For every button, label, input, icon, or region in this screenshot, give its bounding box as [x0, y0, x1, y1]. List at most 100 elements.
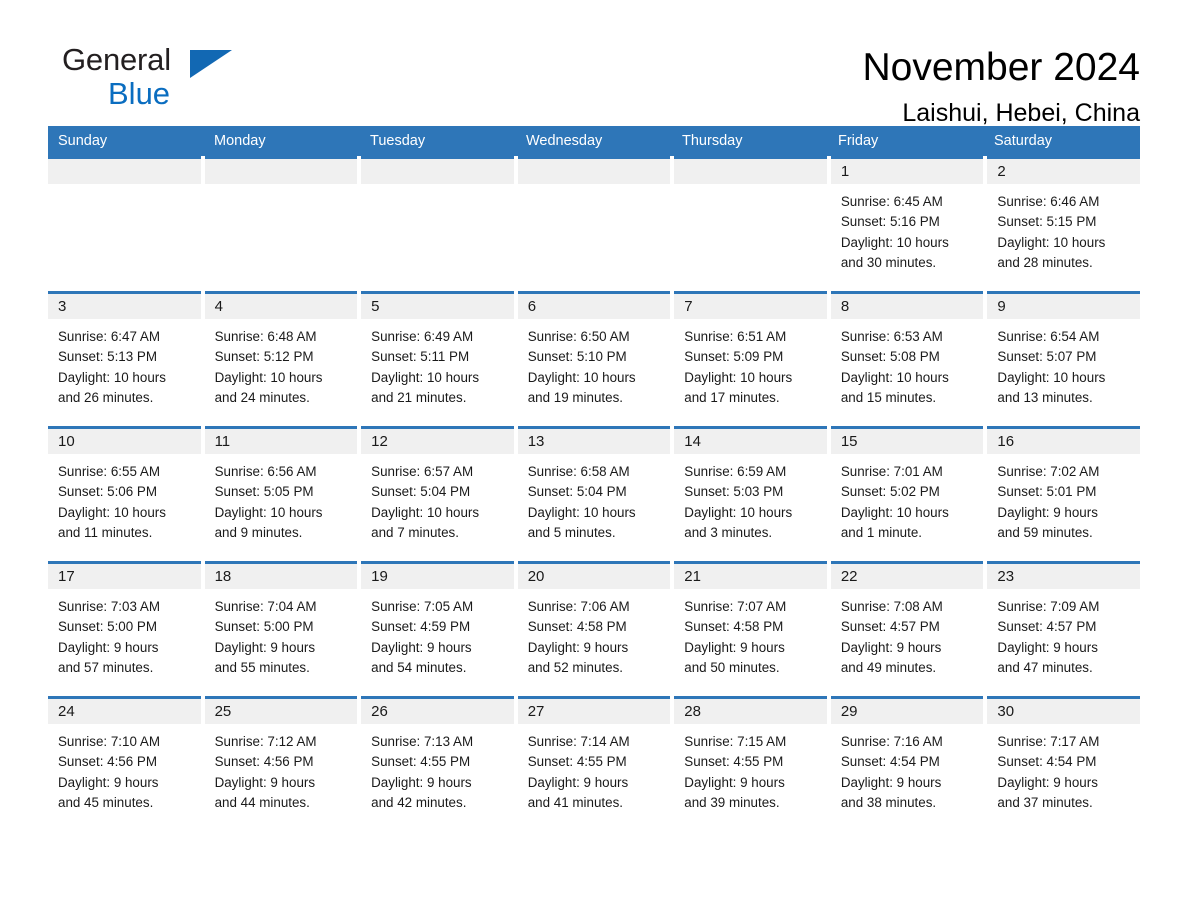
day-number-band: 6: [517, 294, 671, 319]
day-cell[interactable]: 17 Sunrise: 7:03 AM Sunset: 5:00 PM Dayligh…: [48, 561, 201, 696]
day-cell[interactable]: 5 Sunrise: 6:49 AM Sunset: 5:11 PM Daylight…: [361, 291, 514, 426]
day-info: Sunrise: 6:53 AM Sunset: 5:08 PM Daylight:…: [831, 319, 984, 409]
day-number: 28: [684, 703, 701, 720]
daylight-text-line1: Daylight: 10 hours: [58, 369, 166, 385]
day-number-band: 19: [361, 564, 514, 589]
day-info: Sunrise: 6:45 AM Sunset: 5:16 PM Daylight:…: [831, 184, 984, 274]
day-info: Sunrise: 6:56 AM Sunset: 5:05 PM Daylight:…: [205, 454, 358, 544]
day-number: 16: [997, 433, 1015, 450]
day-number: 7: [684, 298, 693, 315]
day-info: Sunrise: 7:08 AM Sunset: 4:57 PM Daylight:…: [831, 589, 984, 679]
daylight-text-line1: Daylight: 10 hours: [684, 504, 793, 520]
day-cell[interactable]: 6 Sunrise: 6:50 AM Sunset: 5:10 PM Daylight…: [517, 291, 671, 426]
day-number-band: 27: [517, 699, 671, 724]
daylight-text-line1: Daylight: 9 hours: [58, 639, 159, 655]
week-row: 24 Sunrise: 7:10 AM Sunset: 4:56 PM Dayligh…: [48, 696, 1140, 831]
day-number: 10: [58, 433, 75, 450]
day-cell[interactable]: 23 Sunrise: 7:09 AM Sunset: 4:57 PM Dayligh…: [987, 561, 1140, 696]
daylight-text-line1: Daylight: 9 hours: [684, 639, 785, 655]
sunrise-text: Sunrise: 6:56 AM: [214, 464, 317, 479]
sunrise-text: Sunrise: 7:09 AM: [997, 599, 1100, 614]
day-cell[interactable]: 25 Sunrise: 7:12 AM Sunset: 4:56 PM Dayligh…: [204, 696, 358, 831]
sunset-text: Sunset: 4:54 PM: [840, 754, 940, 770]
day-cell[interactable]: 7 Sunrise: 6:51 AM Sunset: 5:09 PM Daylight…: [674, 291, 827, 426]
daylight-text-line2: and 3 minutes.: [684, 525, 773, 541]
day-cell[interactable]: 12 Sunrise: 6:57 AM Sunset: 5:04 PM Dayligh…: [361, 426, 514, 561]
day-cell[interactable]: 1 Sunrise: 6:45 AM Sunset: 5:16 PM Daylight…: [830, 156, 984, 291]
day-cell-empty: [517, 156, 671, 291]
day-cell[interactable]: 24 Sunrise: 7:10 AM Sunset: 4:56 PM Dayligh…: [48, 696, 201, 831]
day-number-band: [517, 159, 671, 184]
week-row: 10 Sunrise: 6:55 AM Sunset: 5:06 PM Dayligh…: [48, 426, 1140, 561]
day-number-band: 4: [204, 294, 358, 319]
day-cell[interactable]: 21 Sunrise: 7:07 AM Sunset: 4:58 PM Dayligh…: [674, 561, 827, 696]
sunrise-text: Sunrise: 7:01 AM: [840, 464, 943, 479]
daylight-text-line1: Daylight: 10 hours: [840, 234, 949, 250]
day-cell[interactable]: 4 Sunrise: 6:48 AM Sunset: 5:12 PM Daylight…: [204, 291, 358, 426]
calendar-grid: Sunday Monday Tuesday Wednesday Thursday…: [48, 126, 1140, 831]
day-cell[interactable]: 18 Sunrise: 7:04 AM Sunset: 5:00 PM Dayligh…: [204, 561, 358, 696]
sunrise-text: Sunrise: 6:45 AM: [840, 194, 943, 209]
day-cell[interactable]: 26 Sunrise: 7:13 AM Sunset: 4:55 PM Dayligh…: [361, 696, 514, 831]
day-number: 4: [214, 298, 223, 315]
day-cell[interactable]: 27 Sunrise: 7:14 AM Sunset: 4:55 PM Dayligh…: [517, 696, 671, 831]
day-number: 20: [527, 568, 545, 585]
day-cell[interactable]: 3 Sunrise: 6:47 AM Sunset: 5:13 PM Daylight…: [48, 291, 201, 426]
day-cell[interactable]: 22 Sunrise: 7:08 AM Sunset: 4:57 PM Dayligh…: [830, 561, 984, 696]
daylight-text-line1: Daylight: 9 hours: [997, 639, 1098, 655]
day-info: Sunrise: 6:59 AM Sunset: 5:03 PM Daylight:…: [674, 454, 827, 544]
day-number-band: 13: [517, 429, 671, 454]
day-number-band: 20: [517, 564, 671, 589]
sunrise-text: Sunrise: 7:07 AM: [684, 599, 787, 614]
page-subtitle: Laishui, Hebei, China: [902, 98, 1140, 127]
daylight-text-line2: and 28 minutes.: [997, 255, 1093, 271]
day-info: Sunrise: 7:15 AM Sunset: 4:55 PM Daylight:…: [674, 724, 827, 814]
day-number: 14: [684, 433, 701, 450]
day-number-band: 18: [204, 564, 358, 589]
day-cell[interactable]: 28 Sunrise: 7:15 AM Sunset: 4:55 PM Dayligh…: [674, 696, 827, 831]
sunset-text: Sunset: 5:15 PM: [997, 214, 1097, 230]
daylight-text-line1: Daylight: 9 hours: [371, 774, 472, 790]
daylight-text-line1: Daylight: 9 hours: [997, 504, 1098, 520]
day-cell[interactable]: 19 Sunrise: 7:05 AM Sunset: 4:59 PM Dayligh…: [361, 561, 514, 696]
day-cell[interactable]: 29 Sunrise: 7:16 AM Sunset: 4:54 PM Dayligh…: [830, 696, 984, 831]
day-number: 8: [840, 298, 850, 315]
generalblue-logo[interactable]: General Blue: [48, 44, 278, 124]
day-cell[interactable]: 8 Sunrise: 6:53 AM Sunset: 5:08 PM Daylight…: [830, 291, 984, 426]
logo-text-general: General: [62, 42, 171, 77]
sunrise-text: Sunrise: 7:12 AM: [214, 734, 317, 749]
day-number: 2: [997, 163, 1006, 180]
daylight-text-line1: Daylight: 9 hours: [840, 774, 942, 790]
day-cell[interactable]: 10 Sunrise: 6:55 AM Sunset: 5:06 PM Dayligh…: [48, 426, 201, 561]
day-cell[interactable]: 2 Sunrise: 6:46 AM Sunset: 5:15 PM Daylight…: [987, 156, 1140, 291]
sunset-text: Sunset: 5:12 PM: [214, 349, 314, 365]
daylight-text-line1: Daylight: 10 hours: [214, 369, 323, 385]
day-cell[interactable]: 9 Sunrise: 6:54 AM Sunset: 5:07 PM Daylight…: [987, 291, 1140, 426]
day-number: 17: [58, 568, 75, 585]
day-cell[interactable]: 20 Sunrise: 7:06 AM Sunset: 4:58 PM Dayligh…: [517, 561, 671, 696]
week-row: 17 Sunrise: 7:03 AM Sunset: 5:00 PM Dayligh…: [48, 561, 1140, 696]
sunrise-text: Sunrise: 6:59 AM: [684, 464, 787, 479]
day-number-band: [204, 159, 358, 184]
daylight-text-line2: and 49 minutes.: [840, 660, 937, 676]
day-cell[interactable]: 13 Sunrise: 6:58 AM Sunset: 5:04 PM Dayligh…: [517, 426, 671, 561]
day-cell[interactable]: 14 Sunrise: 6:59 AM Sunset: 5:03 PM Dayligh…: [674, 426, 827, 561]
day-cell[interactable]: 11 Sunrise: 6:56 AM Sunset: 5:05 PM Dayligh…: [204, 426, 358, 561]
sunrise-text: Sunrise: 7:08 AM: [840, 599, 943, 614]
day-number: 22: [840, 568, 858, 585]
daylight-text-line2: and 41 minutes.: [527, 795, 623, 811]
daylight-text-line2: and 39 minutes.: [684, 795, 780, 811]
daylight-text-line2: and 45 minutes.: [58, 795, 154, 811]
sunrise-text: Sunrise: 7:16 AM: [840, 734, 943, 749]
day-cell[interactable]: 15 Sunrise: 7:01 AM Sunset: 5:02 PM Dayligh…: [830, 426, 984, 561]
daylight-text-line2: and 52 minutes.: [527, 660, 623, 676]
day-cell-empty: [361, 156, 514, 291]
daylight-text-line2: and 59 minutes.: [997, 525, 1093, 541]
day-number-band: [361, 159, 514, 184]
day-info: Sunrise: 6:54 AM Sunset: 5:07 PM Daylight:…: [987, 319, 1140, 409]
page-title: November 2024: [862, 46, 1141, 89]
day-number-band: 11: [204, 429, 358, 454]
day-cell[interactable]: 16 Sunrise: 7:02 AM Sunset: 5:01 PM Dayligh…: [987, 426, 1140, 561]
day-cell[interactable]: 30 Sunrise: 7:17 AM Sunset: 4:54 PM Dayligh…: [987, 696, 1140, 831]
day-number: 27: [527, 703, 545, 720]
